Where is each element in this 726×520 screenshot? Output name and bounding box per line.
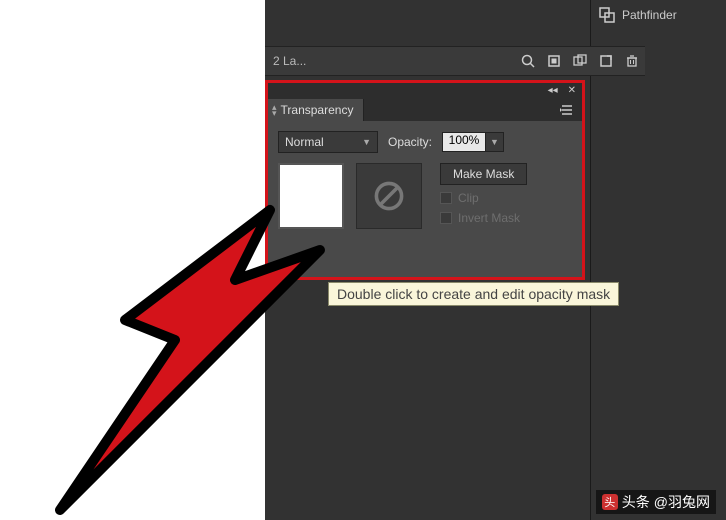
layers-count-text: 2 La... xyxy=(265,54,306,68)
no-mask-icon xyxy=(371,178,407,214)
watermark-handle: @羽兔网 xyxy=(654,492,710,512)
new-sublayer-icon[interactable] xyxy=(567,48,593,74)
tab-transparency[interactable]: ▴▾ Transparency xyxy=(268,99,364,121)
layers-panel-footer: 2 La... xyxy=(265,46,645,76)
tab-label: Transparency xyxy=(281,103,354,117)
invert-mask-label: Invert Mask xyxy=(458,211,520,225)
crescent-icon xyxy=(280,165,346,231)
cycle-size-icon: ▴▾ xyxy=(272,104,279,116)
pathfinder-panel-tab[interactable]: Pathfinder xyxy=(598,0,724,30)
watermark-icon: 头 xyxy=(602,494,618,510)
clip-checkbox[interactable] xyxy=(440,192,452,204)
invert-mask-checkbox-row[interactable]: Invert Mask xyxy=(440,211,527,225)
blend-mode-value: Normal xyxy=(285,135,324,149)
make-mask-button[interactable]: Make Mask xyxy=(440,163,527,185)
chevron-down-icon: ▼ xyxy=(362,137,371,147)
panel-topbar: ◂◂ ✕ xyxy=(268,83,582,99)
blend-mode-select[interactable]: Normal ▼ xyxy=(278,131,378,153)
locate-object-icon[interactable] xyxy=(515,48,541,74)
watermark: 头 头条 @羽兔网 xyxy=(596,490,716,514)
opacity-input[interactable]: 100% xyxy=(442,132,486,152)
watermark-prefix: 头条 xyxy=(622,492,650,512)
collapse-icon[interactable]: ◂◂ xyxy=(548,86,558,96)
opacity-dropdown-icon[interactable]: ▼ xyxy=(486,132,504,152)
close-icon[interactable]: ✕ xyxy=(568,86,576,96)
clip-checkbox-row[interactable]: Clip xyxy=(440,191,527,205)
new-layer-icon[interactable] xyxy=(593,48,619,74)
transparency-panel: ◂◂ ✕ ▴▾ Transparency Normal ▼ Opacity: 1… xyxy=(265,80,585,280)
delete-icon[interactable] xyxy=(619,48,645,74)
panel-body: Normal ▼ Opacity: 100% ▼ Ma xyxy=(268,121,582,277)
clip-label: Clip xyxy=(458,191,479,205)
pathfinder-icon xyxy=(598,6,616,24)
mask-thumbnail[interactable] xyxy=(356,163,422,229)
artwork-thumbnail[interactable] xyxy=(278,163,344,229)
right-dock xyxy=(590,0,670,520)
make-clipping-mask-icon[interactable] xyxy=(541,48,567,74)
opacity-label: Opacity: xyxy=(388,135,432,149)
pathfinder-label: Pathfinder xyxy=(622,8,677,22)
panel-tab-row: ▴▾ Transparency xyxy=(268,99,582,121)
panel-menu-icon[interactable] xyxy=(558,101,576,119)
invert-mask-checkbox[interactable] xyxy=(440,212,452,224)
tooltip: Double click to create and edit opacity … xyxy=(328,282,619,306)
